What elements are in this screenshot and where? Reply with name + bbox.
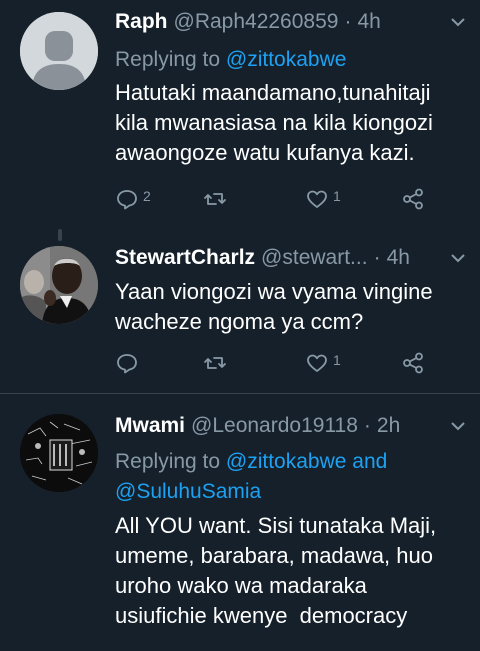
like-button[interactable]: 1 <box>305 348 341 378</box>
display-name[interactable]: Mwami <box>115 414 185 438</box>
replying-to-label: Replying to <box>115 450 226 473</box>
tweet-text-line: awaongoze watu kufanya kazi. <box>115 140 415 165</box>
like-count: 1 <box>333 352 341 368</box>
tweet-header: Raph @Raph42260859 · 4h <box>115 6 468 38</box>
profile-photo-icon <box>20 246 98 324</box>
tweet-text: All YOU want. Sisi tunataka Maji, umeme,… <box>115 511 468 631</box>
tweet-actions: 1 <box>115 348 455 378</box>
chevron-down-icon[interactable] <box>450 14 466 30</box>
tweet-stewartcharlz[interactable]: StewartCharlz @stewart... · 4h Yaan vion… <box>0 232 480 392</box>
share-button[interactable] <box>401 184 425 214</box>
tweet-text-line: All YOU want. Sisi tunataka Maji, <box>115 513 437 538</box>
user-handle[interactable]: @Raph42260859 <box>174 10 339 34</box>
tweet-text-line: wacheze ngoma ya ccm? <box>115 309 364 334</box>
chevron-down-icon[interactable] <box>450 418 466 434</box>
display-name[interactable]: StewartCharlz <box>115 246 255 270</box>
mention-link[interactable]: @zittokabwe <box>226 48 347 71</box>
reply-button[interactable] <box>115 348 139 378</box>
timestamp[interactable]: 2h <box>377 414 400 438</box>
tweet-text: Yaan viongozi wa vyama vingine wacheze n… <box>115 277 468 337</box>
profile-photo-icon <box>20 414 98 492</box>
avatar-stewartcharlz[interactable] <box>20 246 98 324</box>
share-icon <box>403 352 423 374</box>
replying-to: Replying to @zittokabwe <box>115 45 468 75</box>
share-icon <box>403 188 423 210</box>
tweet-header: StewartCharlz @stewart... · 4h <box>115 242 468 274</box>
retweet-icon <box>204 357 226 369</box>
chevron-down-icon[interactable] <box>450 250 466 266</box>
default-avatar-icon <box>20 12 98 90</box>
tweet-header: Mwami @Leonardo19118 · 2h <box>115 410 468 442</box>
mention-link[interactable]: @zittokabwe <box>226 450 347 473</box>
heart-icon <box>307 354 327 372</box>
timestamp[interactable]: 4h <box>357 10 380 34</box>
tweet-text-line: Yaan viongozi wa vyama vingine <box>115 279 433 304</box>
user-handle[interactable]: @Leonardo19118 <box>191 414 358 438</box>
tweet-text-line: uroho wako wa madaraka <box>115 573 367 598</box>
display-name[interactable]: Raph <box>115 10 168 34</box>
share-button[interactable] <box>401 348 425 378</box>
user-handle[interactable]: @stewart... <box>261 246 368 270</box>
retweet-icon <box>204 193 226 205</box>
tweet-raph[interactable]: Raph @Raph42260859 · 4h Replying to @zit… <box>0 0 480 232</box>
heart-icon <box>307 190 327 208</box>
tweet-actions: 2 1 <box>115 184 455 214</box>
separator-dot: · <box>344 10 352 33</box>
retweet-button[interactable] <box>203 184 227 214</box>
tweet-text-line: kila mwanasiasa na kila kiongozi <box>115 110 433 135</box>
like-button[interactable]: 1 <box>305 184 341 214</box>
separator-dot: · <box>363 414 371 437</box>
tweet-text: Hatutaki maandamano,tunahitaji kila mwan… <box>115 78 468 168</box>
like-count: 1 <box>333 188 341 204</box>
separator-dot: · <box>373 246 381 269</box>
tweet-mwami[interactable]: Mwami @Leonardo19118 · 2h Replying to @z… <box>0 394 480 651</box>
tweet-text-line: usiufichie kwenye democracy <box>115 603 408 628</box>
avatar-default[interactable] <box>20 12 98 90</box>
replying-and: and <box>346 450 388 473</box>
reply-icon <box>117 354 137 374</box>
avatar-mwami[interactable] <box>20 414 98 492</box>
reply-icon <box>117 190 137 210</box>
tweet-text-line: Hatutaki maandamano,tunahitaji <box>115 80 431 105</box>
retweet-button[interactable] <box>203 348 227 378</box>
replying-to-label: Replying to <box>115 48 226 71</box>
reply-button[interactable]: 2 <box>115 184 151 214</box>
reply-count: 2 <box>143 188 151 204</box>
replying-to: Replying to @zittokabwe and @SuluhuSamia <box>115 447 468 507</box>
tweet-text-line: umeme, barabara, madawa, huo <box>115 543 433 568</box>
mention-link[interactable]: @SuluhuSamia <box>115 480 261 503</box>
timestamp[interactable]: 4h <box>387 246 410 270</box>
